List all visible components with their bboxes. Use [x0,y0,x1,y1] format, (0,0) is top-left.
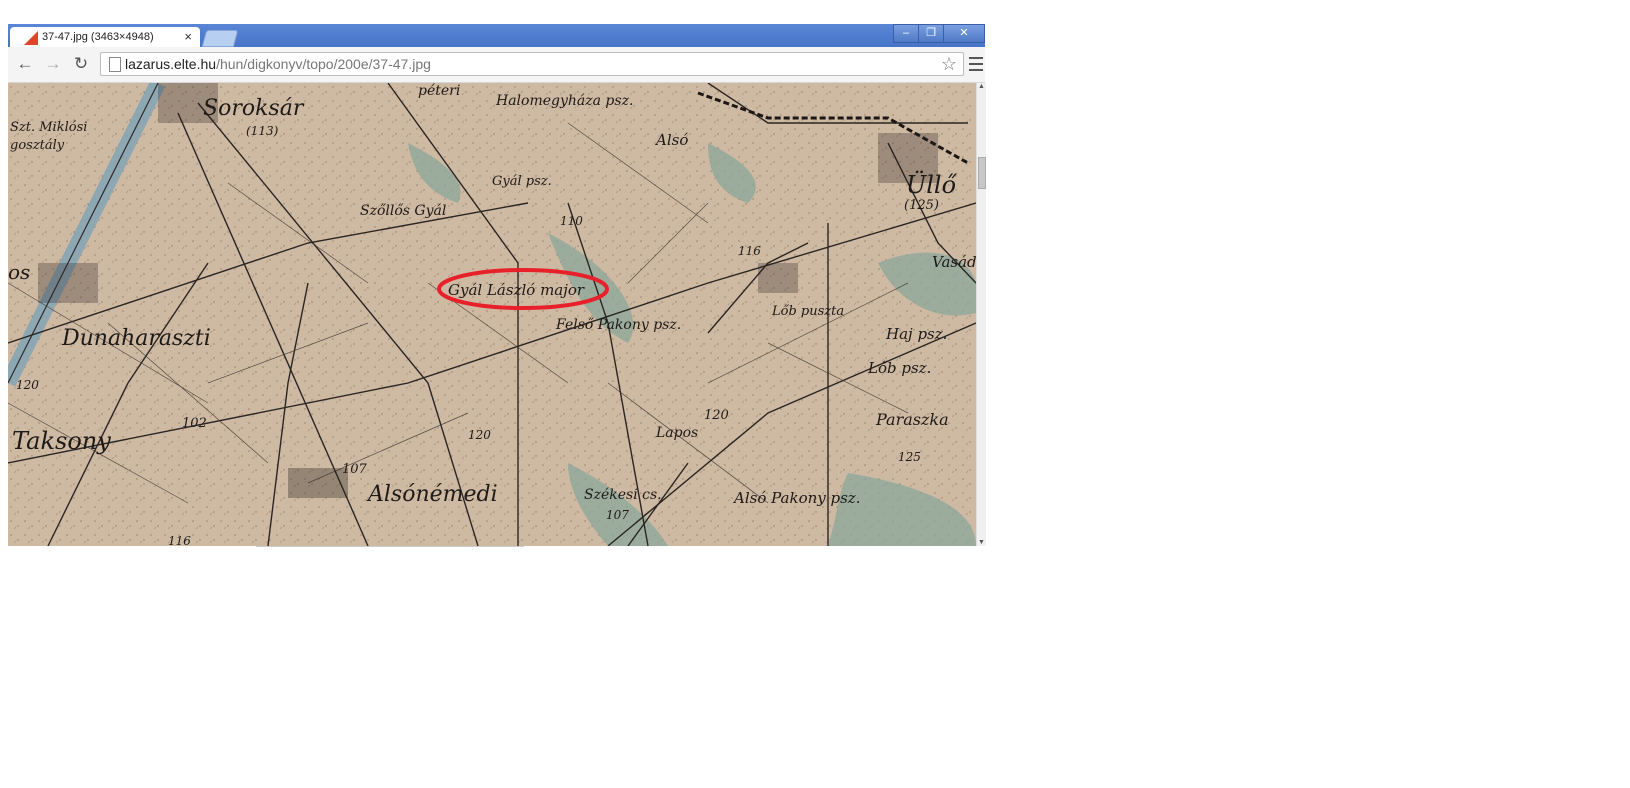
map-label-peteri: péteri [418,83,460,99]
map-label-dunaharaszti: Dunaharaszti [61,326,211,351]
map-label-soroksar-height: (113) [246,124,279,138]
map-label-gyal-laszlo: Gyál László major [448,281,585,299]
scroll-up-icon[interactable]: ▲ [978,83,985,90]
horizontal-scroll-indicator [256,546,524,551]
url-path: /hun/digkonyv/topo/200e/37-47.jpg [216,56,431,72]
map-label-h107: 107 [342,462,368,477]
map-label-lapos: Lapos [655,425,698,441]
back-button[interactable]: ← [14,53,36,75]
map-label-h107-bottom: 107 [606,508,629,522]
forward-button[interactable]: → [42,53,64,75]
map-label-halomegyhaza: Halomegyháza psz. [495,93,633,109]
map-label-szekesi: Székesi cs. [584,487,662,503]
map-label-h102: 102 [182,416,207,431]
page-icon [109,57,121,72]
map-label-paraszka: Paraszka [875,410,949,429]
map-label-h110: 110 [560,214,583,228]
map-label-szollos-gyal: Szőllős Gyál [360,203,446,219]
map-label-soroksar: Soroksár [203,96,305,121]
map-label-h116: 116 [738,244,761,258]
vertical-scrollbar[interactable]: ▲ ▼ [976,83,986,546]
map-label-taksony: Taksony [12,427,111,455]
tab-close-icon[interactable]: × [184,29,192,44]
image-favicon-icon [24,31,38,45]
map-label-h116-bottom: 116 [168,534,191,546]
map-label-os: os [8,260,30,284]
map-label-szt-miklos: Szt. Miklósi [10,120,87,135]
tab-active[interactable]: 37-47.jpg (3463×4948) × [10,27,200,47]
window-controls: – ❐ ✕ [893,24,985,43]
url-host: lazarus.elte.hu [125,56,217,72]
topographic-map: Soroksár (113) péteri Halomegyháza psz. … [8,83,976,546]
map-label-also: Alsó [654,131,688,149]
address-bar[interactable]: lazarus.elte.hu/hun/digkonyv/topo/200e/3… [100,52,964,76]
menu-icon[interactable] [969,53,983,75]
image-viewport[interactable]: Soroksár (113) péteri Halomegyháza psz. … [8,83,976,546]
browser-toolbar: ← → ↻ lazarus.elte.hu/hun/digkonyv/topo/… [8,47,985,83]
map-label-felso-pakony: Felső Pakony psz. [555,317,681,333]
minimize-button[interactable]: – [893,24,919,43]
browser-window: 37-47.jpg (3463×4948) × – ❐ ✕ ← → ↻ laza… [8,24,986,551]
restore-button[interactable]: ❐ [918,24,944,43]
scroll-thumb[interactable] [978,157,986,189]
map-label-vasad: Vasád [932,253,976,271]
map-label-alsonemedi: Alsónémedi [366,482,498,507]
scroll-down-icon[interactable]: ▼ [978,539,985,546]
close-window-button[interactable]: ✕ [943,24,985,43]
reload-button[interactable]: ↻ [70,53,92,75]
tab-title: 37-47.jpg (3463×4948) [42,31,154,43]
map-label-lob-psz: Lőb psz. [867,359,931,377]
bookmark-star-icon[interactable]: ☆ [941,53,957,75]
map-label-lob-puszta: Lőb puszta [771,304,844,319]
map-label-h120-road: 120 [468,428,491,442]
url-text: lazarus.elte.hu/hun/digkonyv/topo/200e/3… [125,53,431,75]
title-bar: 37-47.jpg (3463×4948) × – ❐ ✕ [8,24,985,47]
map-label-ullo: Üllő [906,170,958,199]
map-label-hajpsz: Haj psz. [885,325,947,343]
map-label-h125: 125 [898,450,921,464]
new-tab-button[interactable] [201,30,239,47]
map-label-gosztalu: gosztály [10,138,65,153]
map-label-h120-mid: 120 [704,408,729,423]
map-label-ullo-height: (125) [904,198,939,213]
map-label-h120-left: 120 [16,378,39,392]
map-label-gyal-psz: Gyál psz. [492,174,552,189]
map-label-also-pakony: Alsó Pakony psz. [732,489,860,507]
